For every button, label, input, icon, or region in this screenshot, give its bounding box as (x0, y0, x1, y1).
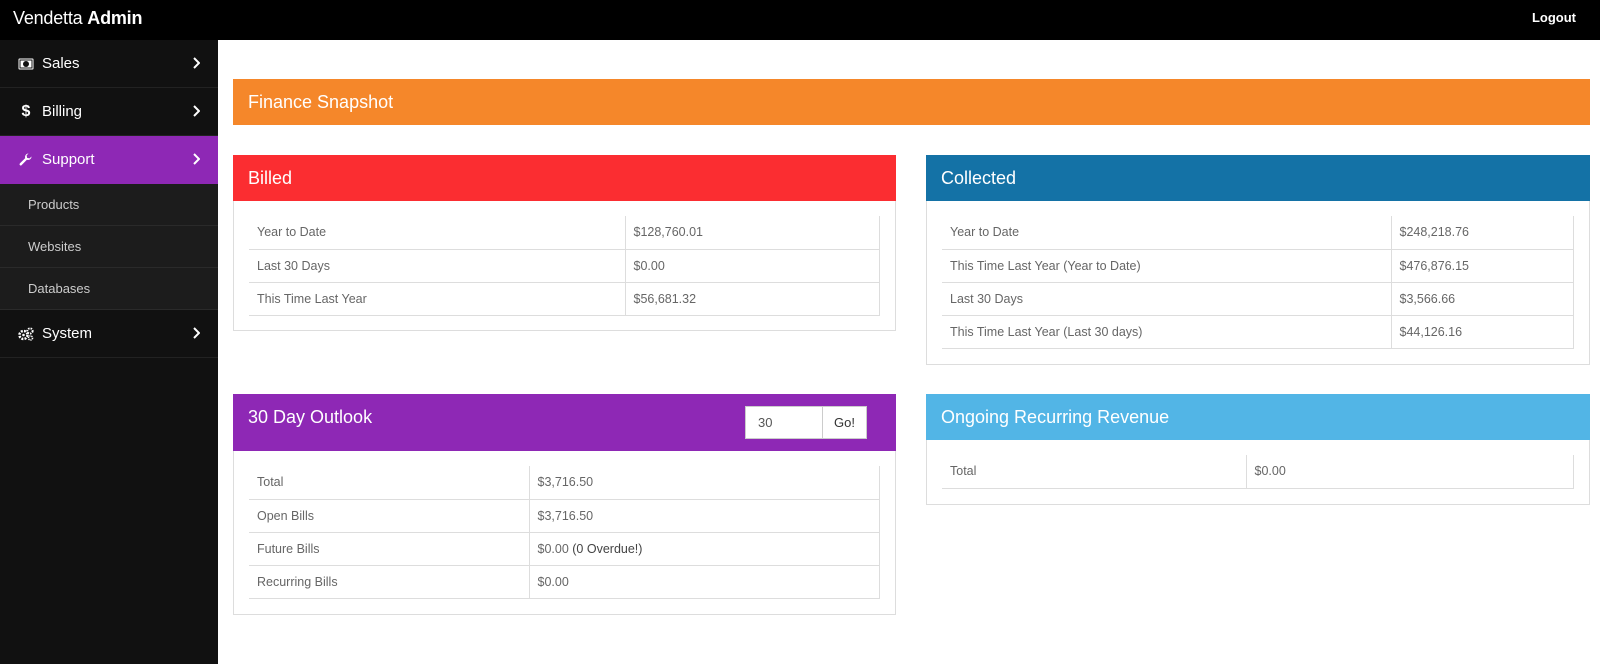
row-label: Last 30 Days (249, 248, 626, 283)
row-value: $56,681.32 (624, 281, 880, 316)
collected-table: Year to Date $248,218.76 This Time Last … (942, 216, 1574, 349)
row-value: $3,566.66 (1390, 281, 1574, 316)
go-button[interactable]: Go! (822, 406, 867, 439)
billed-panel-header: Billed (233, 155, 896, 201)
sidebar-subitem-databases[interactable]: Databases (0, 268, 218, 310)
row-value: $0.00 (528, 564, 880, 599)
collected-panel-header: Collected (926, 155, 1590, 201)
sidebar-item-label: Billing (42, 103, 83, 120)
row-label: Last 30 Days (942, 281, 1392, 316)
logout-link[interactable]: Logout (1532, 10, 1576, 25)
sidebar-item-billing[interactable]: $ Billing (0, 88, 218, 136)
row-value: $0.00 (1245, 455, 1574, 489)
row-label: Total (942, 455, 1247, 489)
sidebar-item-support[interactable]: Support (0, 136, 218, 184)
banner-title: Finance Snapshot (248, 91, 394, 112)
sidebar-subitem-products[interactable]: Products (0, 184, 218, 226)
recurring-panel-header: Ongoing Recurring Revenue (926, 394, 1590, 440)
table-row: Recurring Bills $0.00 (249, 564, 880, 599)
table-row: Last 30 Days $3,566.66 (942, 281, 1574, 316)
panel-title: Billed (248, 167, 293, 188)
collected-panel-body: Year to Date $248,218.76 This Time Last … (926, 201, 1590, 365)
brand-name: Vendetta (13, 8, 83, 28)
panel-title: Collected (941, 167, 1017, 188)
sidebar-item-label: Support (42, 151, 95, 168)
app-brand[interactable]: Vendetta Admin (13, 8, 142, 29)
row-value: $0.00 (624, 248, 880, 283)
row-label: Recurring Bills (249, 564, 530, 599)
table-row: Total $0.00 (942, 455, 1574, 489)
top-navbar: Vendetta Admin Logout (0, 0, 1600, 40)
row-value: $128,760.01 (624, 216, 880, 250)
row-label: Total (249, 466, 530, 500)
billed-panel-body: Year to Date $128,760.01 Last 30 Days $0… (233, 201, 896, 331)
row-label: Year to Date (942, 216, 1392, 250)
row-value: $44,126.16 (1390, 314, 1574, 349)
chevron-right-icon (192, 152, 201, 169)
finance-snapshot-banner: Finance Snapshot (233, 79, 1590, 125)
row-label: Open Bills (249, 498, 530, 533)
row-value: $3,716.50 (528, 466, 880, 500)
table-row: Year to Date $128,760.01 (249, 216, 880, 250)
wrench-icon (18, 153, 34, 167)
sidebar-item-sales[interactable]: Sales (0, 40, 218, 88)
table-row: Total $3,716.50 (249, 466, 880, 500)
panel-title: Ongoing Recurring Revenue (941, 406, 1170, 427)
row-value: $0.00 (0 Overdue!) (528, 531, 880, 566)
chevron-right-icon (192, 326, 201, 343)
sidebar-item-label: Sales (42, 55, 80, 72)
chevron-right-icon (192, 56, 201, 73)
row-value-amount: $0.00 (537, 541, 569, 556)
sidebar-subitem-websites[interactable]: Websites (0, 226, 218, 268)
recurring-panel-body: Total $0.00 (926, 440, 1590, 505)
recurring-table: Total $0.00 (942, 455, 1574, 489)
row-label: This Time Last Year (249, 281, 626, 316)
outlook-panel-body: Total $3,716.50 Open Bills $3,716.50 Fut… (233, 451, 896, 615)
gears-icon (18, 326, 34, 341)
table-row: Last 30 Days $0.00 (249, 248, 880, 283)
sidebar: Sales $ Billing Support Products Website… (0, 40, 218, 664)
brand-suffix: Admin (87, 8, 143, 28)
dollar-icon: $ (21, 102, 31, 120)
sidebar-item-label: System (42, 325, 93, 342)
overdue-note: (0 Overdue!) (572, 541, 643, 556)
panel-title: 30 Day Outlook (248, 407, 373, 427)
table-row: This Time Last Year $56,681.32 (249, 281, 880, 316)
row-value: $248,218.76 (1390, 216, 1574, 250)
row-label: Future Bills (249, 531, 530, 566)
billed-table: Year to Date $128,760.01 Last 30 Days $0… (249, 216, 880, 316)
outlook-days-input[interactable] (745, 406, 823, 439)
table-row: This Time Last Year (Last 30 days) $44,1… (942, 314, 1574, 349)
table-row: Future Bills $0.00 (0 Overdue!) (249, 531, 880, 566)
row-value: $476,876.15 (1390, 248, 1574, 283)
row-label: This Time Last Year (Year to Date) (942, 248, 1392, 283)
row-value: $3,716.50 (528, 498, 880, 533)
row-label: This Time Last Year (Last 30 days) (942, 314, 1392, 349)
chevron-right-icon (192, 104, 201, 121)
row-label: Year to Date (249, 216, 626, 250)
table-row: This Time Last Year (Year to Date) $476,… (942, 248, 1574, 283)
outlook-table: Total $3,716.50 Open Bills $3,716.50 Fut… (249, 466, 880, 599)
table-row: Year to Date $248,218.76 (942, 216, 1574, 250)
money-icon (18, 58, 34, 70)
table-row: Open Bills $3,716.50 (249, 498, 880, 533)
sidebar-item-system[interactable]: System (0, 310, 218, 358)
